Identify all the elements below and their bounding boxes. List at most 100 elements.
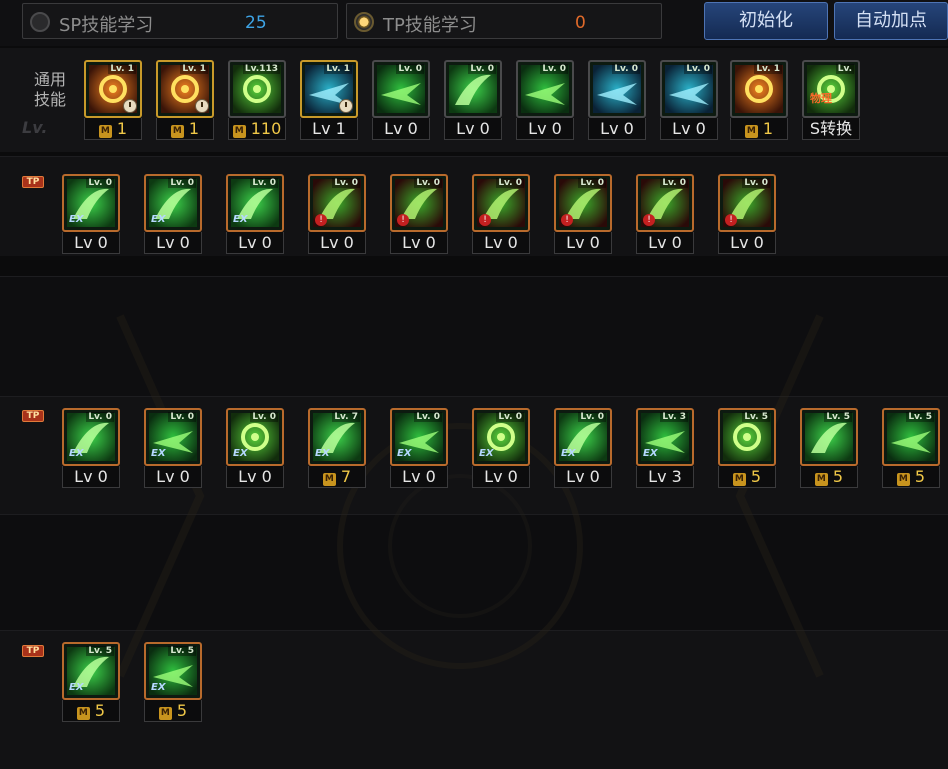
general-skill-slot[interactable]: Lv. 1 M1 bbox=[84, 60, 142, 140]
tp-skill-slot-row2[interactable]: Lv. 0 EX Lv 0 bbox=[144, 408, 202, 488]
skill-level-value: Lv 0 bbox=[372, 118, 430, 140]
mastered-icon: M bbox=[98, 125, 112, 138]
general-skill-slot[interactable]: Lv. 0 Lv 0 bbox=[516, 60, 574, 140]
skill-level-value: M1 bbox=[84, 118, 142, 140]
skill-level-value: M1 bbox=[156, 118, 214, 140]
tp-skill-slot-row1[interactable]: Lv. 0! Lv 0 bbox=[718, 174, 776, 254]
skill-level-value: M5 bbox=[144, 700, 202, 722]
tp-skill-slot-row1[interactable]: Lv. 0! Lv 0 bbox=[554, 174, 612, 254]
locked-icon: ! bbox=[725, 214, 737, 226]
tp-skill-slot-row2[interactable]: Lv. 3 EX Lv 3 bbox=[636, 408, 694, 488]
skill-icon-frame: Lv. 5 EX bbox=[62, 642, 120, 700]
ex-badge-icon: EX bbox=[479, 448, 494, 459]
tp-skill-slot-row3[interactable]: Lv. 5 EX M 5 bbox=[62, 642, 120, 722]
mastered-icon: M bbox=[232, 125, 246, 138]
skill-icon-frame: Lv. 0! bbox=[308, 174, 366, 232]
tp-skill-slot-row1[interactable]: Lv. 0 EX Lv 0 bbox=[144, 174, 202, 254]
skill-level-tag: Lv. bbox=[835, 64, 854, 74]
tp-skill-slot-row2[interactable]: Lv. 0 EX Lv 0 bbox=[390, 408, 448, 488]
tp-skill-slot-row2[interactable]: Lv. 7 EX M 7 bbox=[308, 408, 366, 488]
tp-skill-slot-row2[interactable]: Lv. 0 EX Lv 0 bbox=[554, 408, 612, 488]
general-skill-slot[interactable]: Lv. 1 M1 bbox=[156, 60, 214, 140]
general-skill-slot[interactable]: Lv.113 M 110 bbox=[228, 60, 286, 140]
skill-level-text: 110 bbox=[250, 119, 282, 138]
skill-level-value: Lv 0 bbox=[308, 232, 366, 254]
tp-skill-slot-row2[interactable]: Lv. 5 M5 bbox=[800, 408, 858, 488]
ex-badge-icon: EX bbox=[233, 448, 248, 459]
skill-level-value: Lv 0 bbox=[472, 466, 530, 488]
locked-icon: ! bbox=[397, 214, 409, 226]
skill-level-text: Lv 0 bbox=[566, 467, 600, 486]
general-skill-slot[interactable]: Lv. 0 Lv 0 bbox=[372, 60, 430, 140]
tp-skill-slot-row1[interactable]: Lv. 0 EX Lv 0 bbox=[62, 174, 120, 254]
tp-skill-slot-row3[interactable]: Lv. 5 EX M 5 bbox=[144, 642, 202, 722]
skill-icon-frame: Lv. 0 EX bbox=[226, 174, 284, 232]
sp-points-remaining: 25 bbox=[245, 13, 267, 33]
skill-level-value: Lv 0 bbox=[226, 466, 284, 488]
tp-skill-slot-row2[interactable]: Lv. 5 M5 bbox=[718, 408, 776, 488]
tp-skill-slot-row2[interactable]: Lv. 0 EX Lv 0 bbox=[472, 408, 530, 488]
skill-level-value: M5 bbox=[800, 466, 858, 488]
ex-badge-icon: EX bbox=[151, 682, 166, 693]
skill-icon-frame: Lv. 0 EX bbox=[554, 408, 612, 466]
general-skill-slot[interactable]: Lv. 1 Lv 1 bbox=[300, 60, 358, 140]
skill-level-text: Lv 0 bbox=[528, 119, 562, 138]
skill-level-text: Lv 0 bbox=[238, 233, 272, 252]
skill-level-text: 1 bbox=[188, 119, 200, 138]
skill-icon-frame: Lv.113 bbox=[228, 60, 286, 118]
skill-level-text: Lv 0 bbox=[600, 119, 634, 138]
general-skill-slot[interactable]: Lv. 0 Lv 0 bbox=[444, 60, 502, 140]
skill-level-text: Lv 0 bbox=[672, 119, 706, 138]
skill-icon-frame: Lv. 0! bbox=[554, 174, 612, 232]
tp-skill-slot-row1[interactable]: Lv. 0! Lv 0 bbox=[636, 174, 694, 254]
skill-level-text: 5 bbox=[832, 467, 844, 486]
mastered-icon: M bbox=[896, 473, 910, 486]
skill-level-value: Lv 0 bbox=[588, 118, 646, 140]
skill-level-text: Lv 3 bbox=[648, 467, 682, 486]
tp-skill-slot-row1[interactable]: Lv. 0! Lv 0 bbox=[390, 174, 448, 254]
tp-skill-slot-row2[interactable]: Lv. 0 EX Lv 0 bbox=[62, 408, 120, 488]
tp-skill-slot-row1[interactable]: Lv. 0! Lv 0 bbox=[308, 174, 366, 254]
skill-level-value: M5 bbox=[62, 700, 120, 722]
sp-radio-button[interactable] bbox=[30, 12, 50, 32]
skill-icon-frame: Lv. 0! bbox=[390, 174, 448, 232]
skill-level-tag: Lv. 0 bbox=[496, 412, 524, 422]
tp-skill-slot-row2[interactable]: Lv. 5 M5 bbox=[882, 408, 940, 488]
ex-badge-icon: EX bbox=[69, 448, 84, 459]
reset-button[interactable]: 初始化 bbox=[704, 2, 828, 40]
skill-header-bar: SP技能学习 25 TP技能学习 0 初始化 自动加点 bbox=[0, 0, 948, 46]
tp-skill-slot-row1[interactable]: Lv. 0! Lv 0 bbox=[472, 174, 530, 254]
tp-skill-slot-row2[interactable]: Lv. 0 EX Lv 0 bbox=[226, 408, 284, 488]
skill-level-tag: Lv. 1 bbox=[324, 64, 352, 74]
skill-level-tag: Lv. 5 bbox=[906, 412, 934, 422]
skill-level-value: Lv 0 bbox=[718, 232, 776, 254]
skill-level-value: Lv 0 bbox=[554, 232, 612, 254]
skill-icon-frame: Lv. 0 bbox=[588, 60, 646, 118]
locked-icon: ! bbox=[643, 214, 655, 226]
skill-level-tag: Lv. 0 bbox=[250, 412, 278, 422]
locked-icon: ! bbox=[561, 214, 573, 226]
tp-radio-button[interactable] bbox=[354, 12, 374, 32]
skill-level-tag: Lv. 0 bbox=[496, 178, 524, 188]
mastered-icon: M bbox=[322, 473, 336, 486]
skill-icon-frame: Lv. 0 EX bbox=[62, 174, 120, 232]
skill-level-value: Lv 0 bbox=[516, 118, 574, 140]
general-skill-slot[interactable]: Lv. 物理 S转换 bbox=[802, 60, 860, 140]
background-ornament bbox=[116, 314, 824, 678]
sp-learning-tab[interactable]: SP技能学习 25 bbox=[22, 3, 338, 39]
tp-row-tag-3: TP bbox=[22, 645, 44, 657]
auto-assign-button[interactable]: 自动加点 bbox=[834, 2, 948, 40]
skill-icon-frame: Lv. 1 bbox=[300, 60, 358, 118]
general-skill-slot[interactable]: Lv. 0 Lv 0 bbox=[588, 60, 646, 140]
skill-level-text: 1 bbox=[762, 119, 774, 138]
mastered-icon: M bbox=[158, 707, 172, 720]
tp-learning-tab[interactable]: TP技能学习 0 bbox=[346, 3, 662, 39]
tp-skill-slot-row1[interactable]: Lv. 0 EX Lv 0 bbox=[226, 174, 284, 254]
locked-icon: ! bbox=[479, 214, 491, 226]
skill-level-tag: Lv. 0 bbox=[540, 64, 568, 74]
general-skill-slot[interactable]: Lv. 1 M1 bbox=[730, 60, 788, 140]
skill-level-tag: Lv. 0 bbox=[414, 412, 442, 422]
skill-icon-frame: Lv. 3 EX bbox=[636, 408, 694, 466]
general-skill-slot[interactable]: Lv. 0 Lv 0 bbox=[660, 60, 718, 140]
skill-level-value: Lv 0 bbox=[390, 232, 448, 254]
